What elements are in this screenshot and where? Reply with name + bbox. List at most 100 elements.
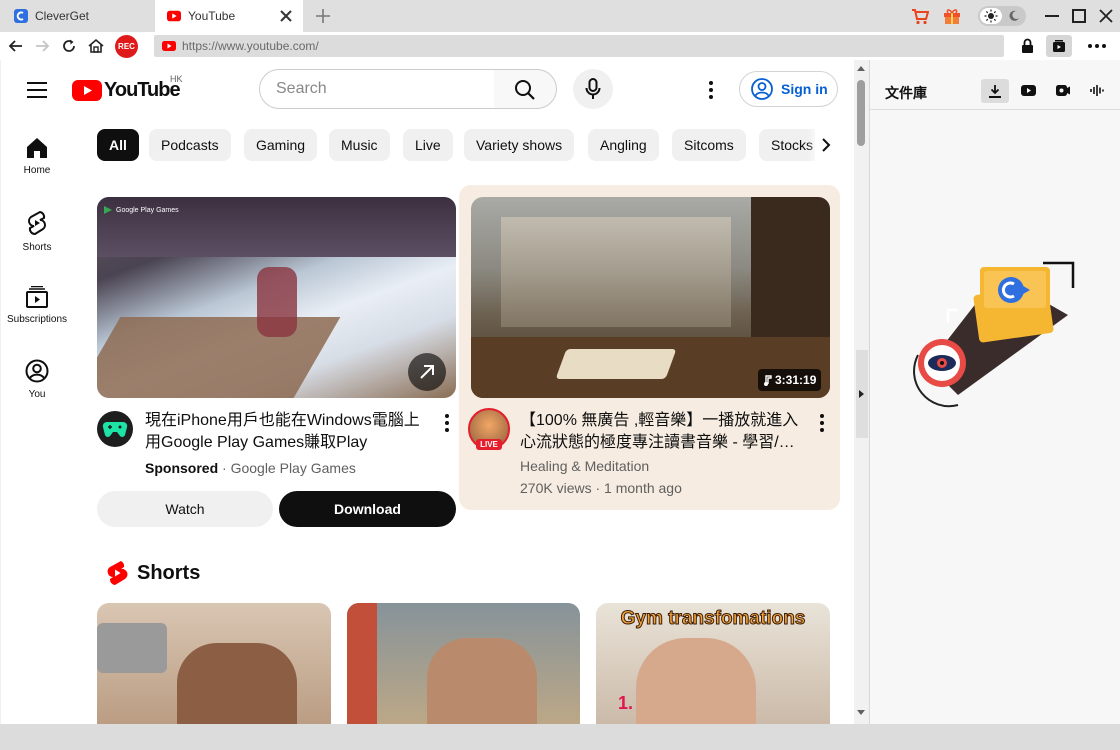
short-person <box>427 638 537 724</box>
chip-all[interactable]: All <box>97 129 139 161</box>
new-tab-icon[interactable] <box>315 8 331 24</box>
home-nav-icon[interactable] <box>87 38 105 54</box>
record-button[interactable]: REC <box>115 35 138 58</box>
sidebar-label: Home <box>23 165 51 176</box>
watch-button[interactable]: Watch <box>97 491 273 527</box>
url-text: https://www.youtube.com/ <box>182 39 319 53</box>
theme-toggle[interactable] <box>978 6 1026 26</box>
panel-collapse-handle[interactable] <box>856 350 868 438</box>
chip-sitcoms[interactable]: Sitcoms <box>672 129 746 161</box>
video-thumbnail-sponsored[interactable]: Google Play Games <box>97 197 456 398</box>
library-panel: 文件庫 <box>869 60 1120 724</box>
short-thumbnail-3[interactable]: Gym transfomations 1. <box>596 603 830 724</box>
panel-tab-audio-icon[interactable] <box>1090 85 1104 96</box>
download-panel-button[interactable] <box>1046 35 1072 57</box>
open-external-button[interactable] <box>408 353 446 391</box>
chip-music[interactable]: Music <box>329 129 390 161</box>
short-person <box>177 643 297 724</box>
cleverget-illustration-icon <box>913 261 1075 408</box>
sign-in-label: Sign in <box>781 81 828 97</box>
settings-kebab-icon[interactable] <box>709 81 713 99</box>
account-icon <box>751 78 773 100</box>
sidebar-item-home[interactable]: Home <box>1 137 73 176</box>
panel-tab-video-icon[interactable] <box>1056 84 1070 97</box>
chip-podcasts[interactable]: Podcasts <box>149 129 231 161</box>
search-button[interactable] <box>494 69 557 109</box>
close-window-icon[interactable] <box>1099 9 1113 23</box>
sidebar-item-subscriptions[interactable]: Subscriptions <box>1 286 73 325</box>
back-icon[interactable] <box>7 38 25 54</box>
chip-gaming[interactable]: Gaming <box>244 129 318 161</box>
subscriptions-icon <box>26 286 48 308</box>
short-thumbnail-1[interactable] <box>97 603 331 724</box>
cart-icon[interactable] <box>911 8 929 25</box>
video-title[interactable]: 現在iPhone用戶也能在Windows電腦上用Google Play Game… <box>145 410 427 454</box>
url-field[interactable]: https://www.youtube.com/ <box>154 35 1004 57</box>
sidebar-label: Subscriptions <box>6 314 68 325</box>
panel-tab-downloads[interactable] <box>981 79 1009 103</box>
region-code: HK <box>170 74 183 84</box>
search-input[interactable]: Search <box>259 69 495 109</box>
sidebar-item-shorts[interactable]: Shorts <box>1 210 73 253</box>
sponsored-label: Sponsored <box>145 460 219 476</box>
sign-in-button[interactable]: Sign in <box>739 71 838 107</box>
search-placeholder: Search <box>276 80 327 97</box>
video-title[interactable]: 【100% 無廣告 ,輕音樂】一播放就進入心流狀態的極度專注讀書音樂 - 學習/… <box>520 410 802 454</box>
short-wall <box>347 603 377 724</box>
youtube-logo-icon <box>72 79 102 101</box>
youtube-logo[interactable]: YouTube <box>72 78 181 102</box>
video-stats: 270K views · 1 month ago <box>520 480 682 496</box>
close-tab-icon[interactable] <box>279 9 293 23</box>
sidebar-label: You <box>28 389 46 400</box>
chevron-right-icon <box>822 138 831 152</box>
thumbnail-ground <box>97 317 341 398</box>
thumbnail-brand-text: Google Play Games <box>116 206 179 214</box>
scroll-up-icon[interactable] <box>857 66 865 71</box>
thumbnail-bookshelf <box>751 197 830 347</box>
chip-angling[interactable]: Angling <box>588 129 659 161</box>
cleverget-favicon-icon <box>14 9 28 23</box>
chip-live[interactable]: Live <box>403 129 453 161</box>
video-options-icon[interactable] <box>445 414 449 432</box>
tab-youtube[interactable]: YouTube <box>155 0 303 32</box>
empty-library-illustration <box>898 255 1078 415</box>
channel-avatar-google-play-games[interactable] <box>97 411 133 447</box>
more-menu-icon[interactable] <box>1088 44 1106 48</box>
scroll-down-icon[interactable] <box>857 710 865 715</box>
sponsored-meta: Sponsored · Google Play Games <box>145 460 356 476</box>
download-button[interactable]: Download <box>279 491 456 527</box>
maximize-icon[interactable] <box>1072 9 1086 23</box>
status-bar <box>0 724 1120 750</box>
panel-divider <box>870 109 1120 110</box>
video-options-icon[interactable] <box>820 414 824 432</box>
channel-name[interactable]: Healing & Meditation <box>520 458 649 474</box>
voice-search-button[interactable] <box>573 69 613 109</box>
shorts-icon <box>28 210 46 235</box>
duration-text: 3:31:19 <box>775 373 817 387</box>
youtube-url-icon <box>162 41 176 51</box>
sidebar-item-you[interactable]: You <box>1 359 73 400</box>
sidebar-label: Shorts <box>22 242 52 253</box>
panel-title: 文件庫 <box>885 85 927 101</box>
youtube-favicon-icon <box>167 10 181 22</box>
video-thumbnail-study-music[interactable]: 3:31:19 <box>471 197 830 398</box>
channel-avatar-healing-meditation[interactable]: LIVE <box>468 408 510 450</box>
thumbnail-buildings <box>501 217 731 327</box>
youtube-logo-text: YouTube <box>104 78 181 101</box>
video-download-icon <box>1053 40 1065 52</box>
chip-variety-shows[interactable]: Variety shows <box>464 129 575 161</box>
minimize-icon[interactable] <box>1045 15 1059 17</box>
menu-icon[interactable] <box>27 82 47 98</box>
panel-tab-youtube-icon[interactable] <box>1021 85 1036 96</box>
short-thumbnail-2[interactable] <box>347 603 580 724</box>
lock-icon[interactable] <box>1021 38 1034 54</box>
gift-icon[interactable] <box>943 7 961 25</box>
short-marker: 1. <box>618 693 634 713</box>
reload-icon[interactable] <box>60 38 78 54</box>
tab-cleverget[interactable]: CleverGet <box>0 0 155 32</box>
forward-icon[interactable] <box>33 38 51 54</box>
channel-name[interactable]: Google Play Games <box>231 460 356 476</box>
chips-next-button[interactable] <box>807 125 847 165</box>
scrollbar-thumb[interactable] <box>857 80 865 146</box>
tab-bar: CleverGet YouTube <box>0 0 1120 32</box>
